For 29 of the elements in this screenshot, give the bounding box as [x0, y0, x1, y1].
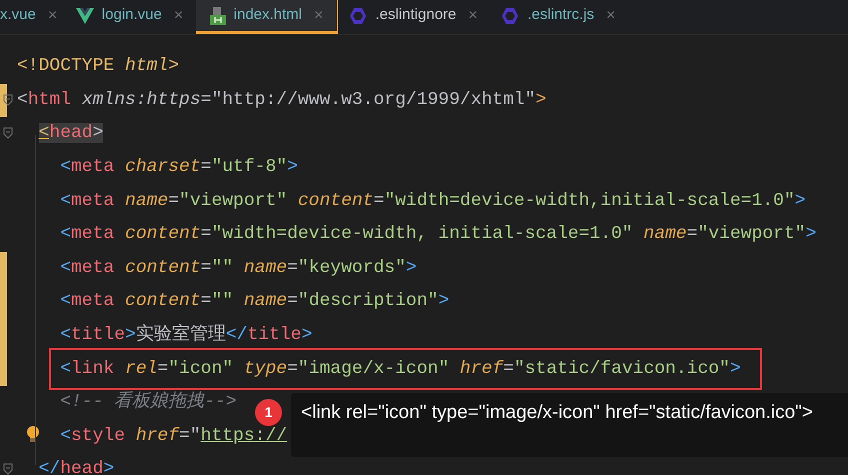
close-icon[interactable]: × [468, 4, 478, 28]
code-line: <title>实验室管理</title> [60, 322, 312, 348]
code-line: <link rel="icon" type="image/x-icon" href="static/favicon.ico"> [60, 358, 741, 381]
code-line: <meta content="width=device-width, initial-scale=1.0" name="viewport"> [60, 223, 816, 246]
hexagon-icon [501, 6, 520, 24]
code-line: <meta content="" name="description"> [60, 290, 450, 314]
editor-tab[interactable]: x.vue × [0, 0, 64, 34]
editor-tab[interactable]: login.vue × [64, 0, 196, 34]
code-line: <style href="https:// [60, 424, 288, 448]
code-line: <meta charset="utf-8"> [60, 156, 298, 180]
code-line: <meta content="" name="keywords"> [60, 256, 417, 280]
editor-tab[interactable]: .eslintrc.js × [490, 0, 628, 34]
close-icon[interactable]: × [174, 4, 184, 28]
number-badge: 1 [255, 399, 282, 426]
code-comment: <!-- 看板娘拖拽--> [60, 390, 237, 414]
tooltip: <link rel="icon" type="image/x-icon" href="static/favicon.ico"> [291, 393, 848, 457]
html-file-icon [210, 6, 226, 24]
code-line: <html xmlns:https="http://www.w3.org/1999/xhtml"> [17, 88, 546, 112]
hexagon-icon [349, 6, 368, 24]
code-line: <!DOCTYPE html> [17, 55, 180, 78]
editor-tab[interactable]: .eslintignore × [338, 0, 490, 34]
editor-tab[interactable]: index.html × [196, 0, 338, 34]
code-line: <meta name="viewport" content="width=device-width,initial-scale=1.0"> [60, 190, 806, 213]
close-icon[interactable]: × [48, 4, 58, 28]
close-icon[interactable]: × [606, 4, 616, 28]
v-logo-icon [76, 8, 94, 24]
code-line: </head> [38, 458, 114, 475]
code-line: <head> [38, 122, 104, 146]
fold-icon[interactable] [3, 94, 13, 106]
